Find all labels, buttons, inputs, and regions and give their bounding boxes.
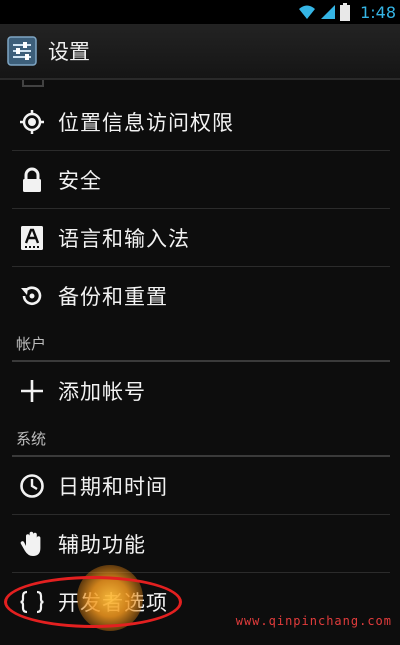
clock-icon <box>16 470 48 502</box>
status-bar: 1:48 <box>0 0 400 24</box>
settings-item-security[interactable]: 安全 <box>12 150 390 208</box>
page-title: 设置 <box>48 40 90 64</box>
signal-icon <box>321 5 336 19</box>
settings-sliders-icon[interactable] <box>6 35 38 67</box>
scrolled-partial-item <box>0 80 400 92</box>
settings-item-label: 位置信息访问权限 <box>58 110 234 135</box>
partial-item-icon <box>22 80 44 87</box>
backup-restore-icon <box>16 280 48 312</box>
settings-list: 位置信息访问权限 安全 语言和输入法 备份和重置 帐户 添加帐号 系统 日期和时… <box>0 93 400 630</box>
settings-item-language-input[interactable]: 语言和输入法 <box>12 208 390 266</box>
section-header-accounts: 帐户 <box>12 324 390 362</box>
settings-item-label: 添加帐号 <box>58 379 146 404</box>
action-bar: 设置 <box>0 24 400 80</box>
settings-item-location[interactable]: 位置信息访问权限 <box>12 93 390 150</box>
settings-item-backup-reset[interactable]: 备份和重置 <box>12 266 390 324</box>
location-icon <box>16 106 48 138</box>
settings-item-label: 备份和重置 <box>58 284 168 309</box>
keyboard-a-icon <box>16 222 48 254</box>
settings-item-label: 安全 <box>58 168 102 193</box>
plus-icon <box>16 375 48 407</box>
wifi-icon <box>299 5 316 19</box>
settings-item-add-account[interactable]: 添加帐号 <box>12 362 390 419</box>
settings-item-label: 语言和输入法 <box>58 226 190 251</box>
status-icons: 1:48 <box>298 0 396 24</box>
settings-item-label: 辅助功能 <box>58 532 146 557</box>
settings-item-date-time[interactable]: 日期和时间 <box>12 457 390 514</box>
settings-item-label: 日期和时间 <box>58 474 168 499</box>
watermark: www.qinpinchang.com <box>235 614 392 628</box>
settings-item-accessibility[interactable]: 辅助功能 <box>12 514 390 572</box>
section-header-system: 系统 <box>12 419 390 457</box>
battery-icon <box>340 3 351 21</box>
status-time: 1:48 <box>360 2 396 22</box>
braces-icon <box>16 586 48 618</box>
lock-icon <box>16 164 48 196</box>
section-header-label: 帐户 <box>16 335 47 353</box>
settings-item-label: 开发者选项 <box>58 590 168 615</box>
section-header-label: 系统 <box>16 430 47 448</box>
hand-icon <box>16 528 48 560</box>
